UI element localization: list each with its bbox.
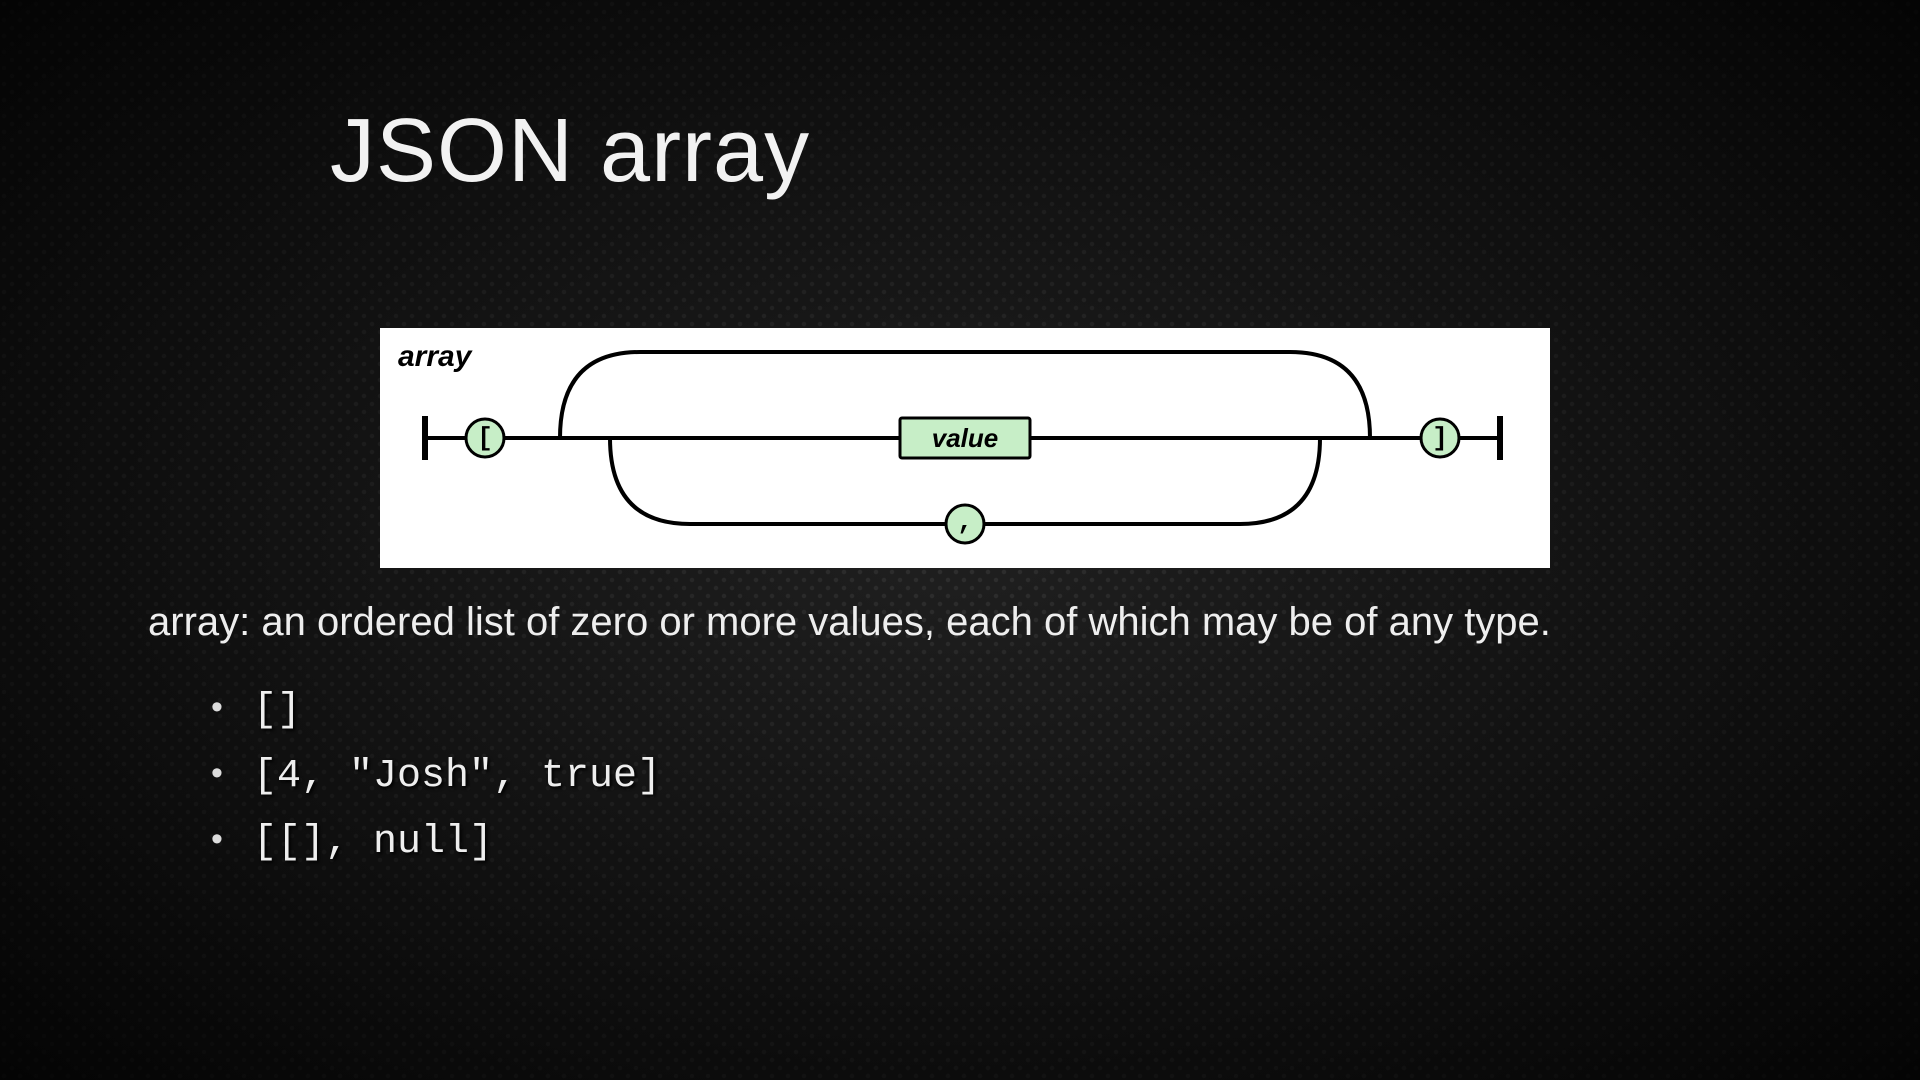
slide-title: JSON array — [330, 100, 810, 203]
example-item: [] — [205, 676, 661, 742]
value-box-label: value — [932, 423, 999, 453]
close-bracket-token: ] — [1432, 423, 1448, 453]
example-code: [] — [253, 688, 301, 733]
definition-text: array: an ordered list of zero or more v… — [148, 600, 1868, 645]
comma-token: , — [957, 507, 973, 537]
examples-list: [] [4, "Josh", true] [[], null] — [165, 676, 661, 874]
railroad-diagram: array [ value — [380, 328, 1550, 568]
example-code: [4, "Josh", true] — [253, 754, 661, 799]
slide: JSON array array [ value — [0, 0, 1920, 1080]
example-item: [[], null] — [205, 808, 661, 874]
example-item: [4, "Josh", true] — [205, 742, 661, 808]
open-bracket-token: [ — [477, 423, 493, 453]
example-code: [[], null] — [253, 820, 493, 865]
railroad-svg: [ value , ] — [380, 328, 1550, 568]
